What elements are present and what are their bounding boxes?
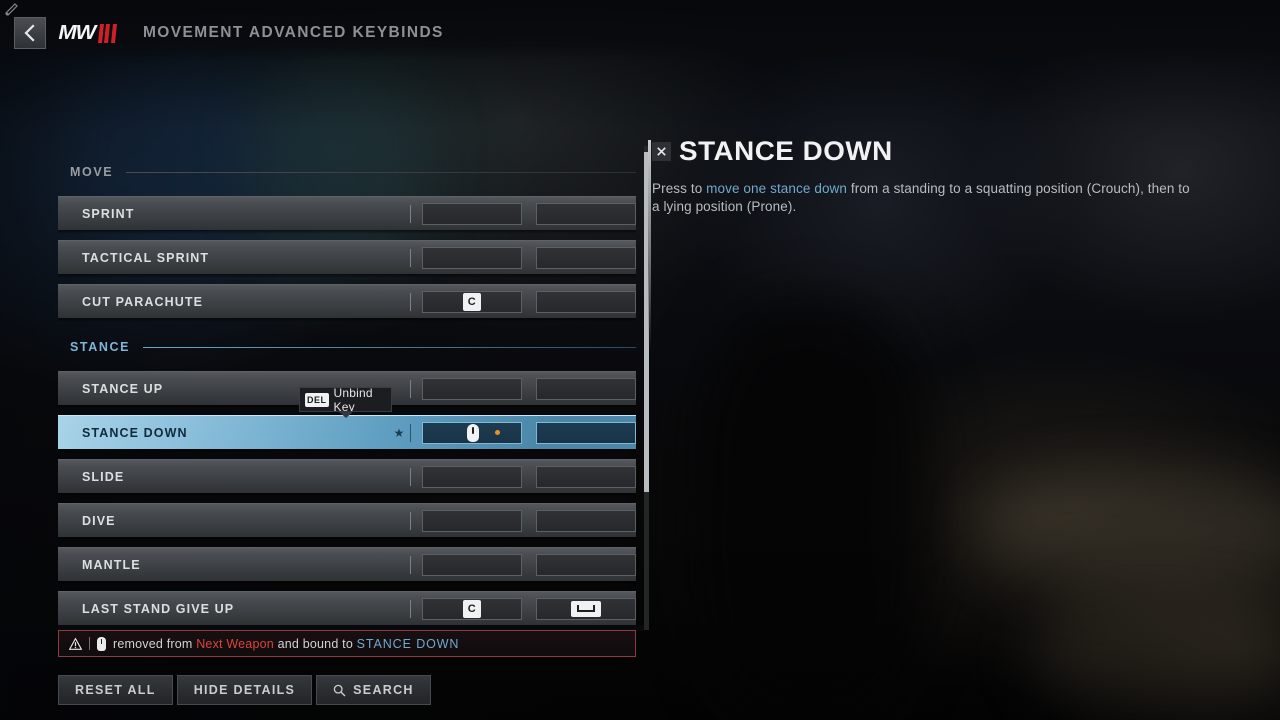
key-badge: C bbox=[463, 599, 481, 618]
bind-slot-primary[interactable]: C bbox=[422, 290, 522, 313]
tooltip-pointer bbox=[338, 411, 354, 418]
search-button[interactable]: SEARCH bbox=[316, 675, 431, 705]
warning-triangle-icon bbox=[69, 637, 82, 650]
background-silhouette bbox=[690, 300, 930, 720]
bind-slot-primary[interactable] bbox=[422, 202, 522, 225]
warning-source: Next Weapon bbox=[196, 636, 274, 651]
bind-slot-primary[interactable] bbox=[422, 377, 522, 400]
detail-panel: STANCE DOWN Press to move one stance dow… bbox=[648, 136, 1252, 350]
reset-all-button[interactable]: RESET ALL bbox=[58, 675, 173, 705]
section-label: MOVE bbox=[70, 165, 114, 179]
keybind-row-slide[interactable]: SLIDE bbox=[58, 459, 636, 497]
binding-conflict-warning: removed from Next Weapon and bound to ST… bbox=[58, 630, 636, 657]
bind-slot-secondary[interactable] bbox=[536, 202, 636, 225]
keybind-row-sprint[interactable]: SPRINT bbox=[58, 196, 636, 234]
page-title: MOVEMENT ADVANCED KEYBINDS bbox=[143, 24, 444, 41]
detail-accent-bar bbox=[648, 140, 651, 350]
detail-description: Press to move one stance down from a sta… bbox=[652, 180, 1190, 216]
warning-target: STANCE DOWN bbox=[356, 636, 460, 651]
row-divider bbox=[410, 292, 411, 311]
keybind-row-cut-parachute[interactable]: CUT PARACHUTE C bbox=[58, 284, 636, 322]
unbind-key-tooltip: DEL Unbind Key bbox=[299, 385, 392, 414]
bind-slot-primary[interactable] bbox=[422, 553, 522, 576]
bind-slot-secondary[interactable] bbox=[536, 290, 636, 313]
close-button[interactable] bbox=[652, 142, 671, 161]
row-divider bbox=[410, 555, 411, 574]
row-divider bbox=[410, 423, 411, 442]
keybind-row-dive[interactable]: DIVE bbox=[58, 503, 636, 541]
keybind-row-label: TACTICAL SPRINT bbox=[82, 250, 210, 265]
detail-header: STANCE DOWN bbox=[652, 136, 1252, 167]
warning-message: removed from Next Weapon and bound to ST… bbox=[113, 637, 459, 651]
keybind-row-tactical-sprint[interactable]: TACTICAL SPRINT bbox=[58, 240, 636, 278]
close-icon bbox=[657, 147, 666, 156]
section-divider bbox=[126, 171, 636, 173]
keybind-row-label: SPRINT bbox=[82, 206, 135, 221]
section-label: STANCE bbox=[70, 340, 131, 354]
keybind-row-label: STANCE DOWN bbox=[82, 425, 188, 440]
background-silhouette bbox=[1030, 600, 1280, 710]
bind-slot-primary[interactable] bbox=[422, 246, 522, 269]
row-divider bbox=[410, 599, 411, 618]
warning-divider bbox=[89, 637, 90, 650]
keybind-row-label: DIVE bbox=[82, 513, 116, 528]
keybind-row-last-stand-give-up[interactable]: LAST STAND GIVE UP C bbox=[58, 591, 636, 629]
key-badge-del: DEL bbox=[305, 392, 329, 407]
mouse-icon bbox=[467, 423, 479, 442]
app-glyph-icon bbox=[5, 3, 18, 16]
keybind-row-stance-down[interactable]: STANCE DOWN ★ bbox=[58, 415, 636, 453]
desc-highlight: move one stance down bbox=[706, 181, 848, 196]
bind-slot-secondary[interactable] bbox=[536, 421, 636, 444]
section-header-stance: STANCE bbox=[58, 335, 636, 359]
bind-slot-secondary[interactable] bbox=[536, 597, 636, 620]
warning-prefix: removed from bbox=[113, 636, 197, 651]
hide-details-button[interactable]: HIDE DETAILS bbox=[176, 675, 313, 705]
mw3-logo: MW bbox=[58, 21, 117, 44]
bind-slot-primary[interactable] bbox=[422, 421, 522, 444]
background-silhouette bbox=[980, 470, 1280, 590]
mouse-icon bbox=[97, 636, 106, 651]
keybind-row-mantle[interactable]: MANTLE bbox=[58, 547, 636, 585]
button-label: SEARCH bbox=[353, 683, 414, 697]
desc-part-1: Press to bbox=[652, 181, 707, 196]
keybind-row-label: MANTLE bbox=[82, 557, 141, 572]
bind-slot-secondary[interactable] bbox=[536, 246, 636, 269]
row-divider bbox=[410, 379, 411, 398]
row-divider bbox=[410, 467, 411, 486]
section-divider bbox=[143, 346, 636, 348]
favorite-star-icon[interactable]: ★ bbox=[388, 426, 410, 440]
bind-slot-secondary[interactable] bbox=[536, 553, 636, 576]
logo-text: MW bbox=[58, 21, 96, 44]
key-badge: C bbox=[463, 292, 481, 311]
bind-slot-secondary[interactable] bbox=[536, 377, 636, 400]
search-icon bbox=[333, 684, 346, 696]
logo-bars bbox=[97, 23, 117, 43]
detail-title: STANCE DOWN bbox=[679, 136, 893, 166]
bind-slot-secondary[interactable] bbox=[536, 509, 636, 532]
back-button[interactable] bbox=[14, 17, 46, 49]
tooltip-label: Unbind Key bbox=[333, 385, 373, 414]
chevron-left-icon bbox=[24, 24, 35, 42]
row-divider bbox=[410, 511, 411, 530]
row-divider bbox=[410, 204, 411, 223]
section-header-move: MOVE bbox=[58, 160, 636, 184]
warning-middle: and bound to bbox=[273, 636, 357, 651]
button-label: RESET ALL bbox=[75, 683, 156, 697]
footer-actions: RESET ALL HIDE DETAILS SEARCH bbox=[58, 675, 431, 705]
bind-slot-secondary[interactable] bbox=[536, 465, 636, 488]
keybind-row-label: SLIDE bbox=[82, 469, 125, 484]
keybind-row-label: CUT PARACHUTE bbox=[82, 294, 204, 309]
top-bar: MW MOVEMENT ADVANCED KEYBINDS bbox=[0, 0, 1280, 60]
unsaved-change-dot-icon bbox=[495, 430, 500, 435]
bind-slot-primary[interactable] bbox=[422, 465, 522, 488]
bind-slot-primary[interactable] bbox=[422, 509, 522, 532]
keybind-row-label: LAST STAND GIVE UP bbox=[82, 601, 235, 616]
row-divider bbox=[410, 248, 411, 267]
bind-slot-primary[interactable]: C bbox=[422, 597, 522, 620]
spacebar-key-icon bbox=[571, 600, 601, 617]
button-label: HIDE DETAILS bbox=[193, 683, 296, 697]
